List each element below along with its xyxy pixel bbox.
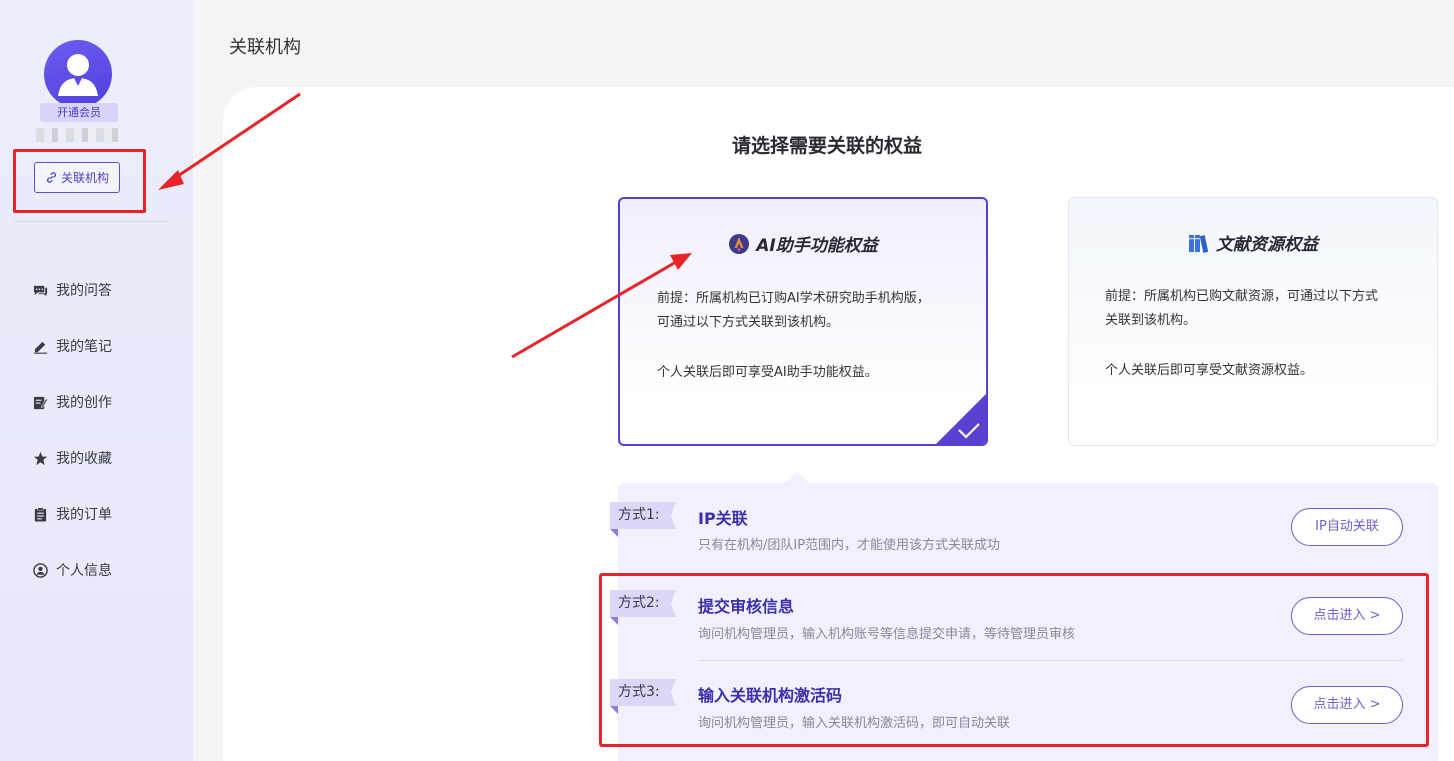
- sidebar-item-label: 我的问答: [56, 283, 112, 299]
- sidebar-item-label: 我的订单: [56, 507, 112, 523]
- card-title-text: AI助手功能权益: [756, 236, 878, 256]
- sidebar-item-label: 我的创作: [56, 395, 112, 411]
- card-description: 前提：所属机构已订购AI学术研究助手机构版， 可通过以下方式关联到该机构。: [657, 287, 957, 335]
- sidebar-item-my-qa[interactable]: 我的问答: [33, 262, 112, 318]
- section-heading: 请选择需要关联的权益: [731, 135, 922, 157]
- card-description-line: 可通过以下方式关联到该机构。: [657, 315, 840, 330]
- highlight-box-link-org: [13, 149, 146, 213]
- card-note: 个人关联后即可享受文献资源权益。: [1105, 363, 1314, 378]
- user-icon: [58, 54, 98, 96]
- sidebar: 开通会员 关联机构 我的问答 我的笔记 我的创作 我的收藏 我的订单 个人信息: [0, 0, 193, 761]
- clipboard-icon: [33, 506, 48, 522]
- card-note: 个人关联后即可享受AI助手功能权益。: [657, 365, 878, 380]
- sidebar-nav: 我的问答 我的笔记 我的创作 我的收藏 我的订单 个人信息: [33, 262, 112, 598]
- card-title: 文献资源权益: [1069, 230, 1437, 255]
- sidebar-item-label: 我的收藏: [56, 451, 112, 467]
- ai-logo-icon: [729, 233, 750, 254]
- sidebar-item-label: 个人信息: [56, 563, 112, 579]
- pen-icon: [33, 339, 48, 354]
- card-title-text: 文献资源权益: [1216, 235, 1318, 255]
- sidebar-item-my-orders[interactable]: 我的订单: [33, 486, 112, 542]
- method-description: 只有在机构/团队IP范围内，才能使用该方式关联成功: [698, 538, 1001, 553]
- avatar[interactable]: [44, 40, 112, 108]
- books-icon: [1189, 234, 1209, 253]
- card-description-line: 前提：所属机构已购文献资源，可通过以下方式: [1105, 289, 1379, 304]
- sidebar-item-label: 我的笔记: [56, 339, 112, 355]
- user-circle-icon: [33, 562, 48, 578]
- selected-check-icon: [936, 394, 986, 444]
- highlight-box-methods: [599, 573, 1429, 747]
- methods-pointer: [785, 471, 809, 483]
- method-tag: 方式1:: [610, 502, 676, 529]
- ip-auto-link-button[interactable]: IP自动关联: [1291, 508, 1403, 546]
- star-icon: [33, 451, 48, 466]
- edit-icon: [33, 395, 48, 410]
- sidebar-item-personal-info[interactable]: 个人信息: [33, 542, 112, 598]
- method-title: IP关联: [698, 509, 748, 528]
- card-title: AI助手功能权益: [620, 231, 986, 256]
- sidebar-item-my-favorites[interactable]: 我的收藏: [33, 430, 112, 486]
- vip-badge[interactable]: 开通会员: [40, 103, 118, 122]
- sidebar-item-my-creations[interactable]: 我的创作: [33, 374, 112, 430]
- page-title: 关联机构: [229, 37, 301, 58]
- chat-icon: [33, 283, 48, 298]
- card-description-line: 关联到该机构。: [1105, 313, 1197, 328]
- ai-assistant-benefit-card[interactable]: AI助手功能权益 前提：所属机构已订购AI学术研究助手机构版， 可通过以下方式关…: [618, 197, 988, 446]
- sidebar-divider: [14, 221, 168, 222]
- literature-resource-benefit-card[interactable]: 文献资源权益 前提：所属机构已购文献资源，可通过以下方式 关联到该机构。 个人关…: [1068, 197, 1438, 446]
- card-description: 前提：所属机构已购文献资源，可通过以下方式 关联到该机构。: [1105, 285, 1405, 333]
- sidebar-item-my-notes[interactable]: 我的笔记: [33, 318, 112, 374]
- card-description-line: 前提：所属机构已订购AI学术研究助手机构版，: [657, 291, 930, 306]
